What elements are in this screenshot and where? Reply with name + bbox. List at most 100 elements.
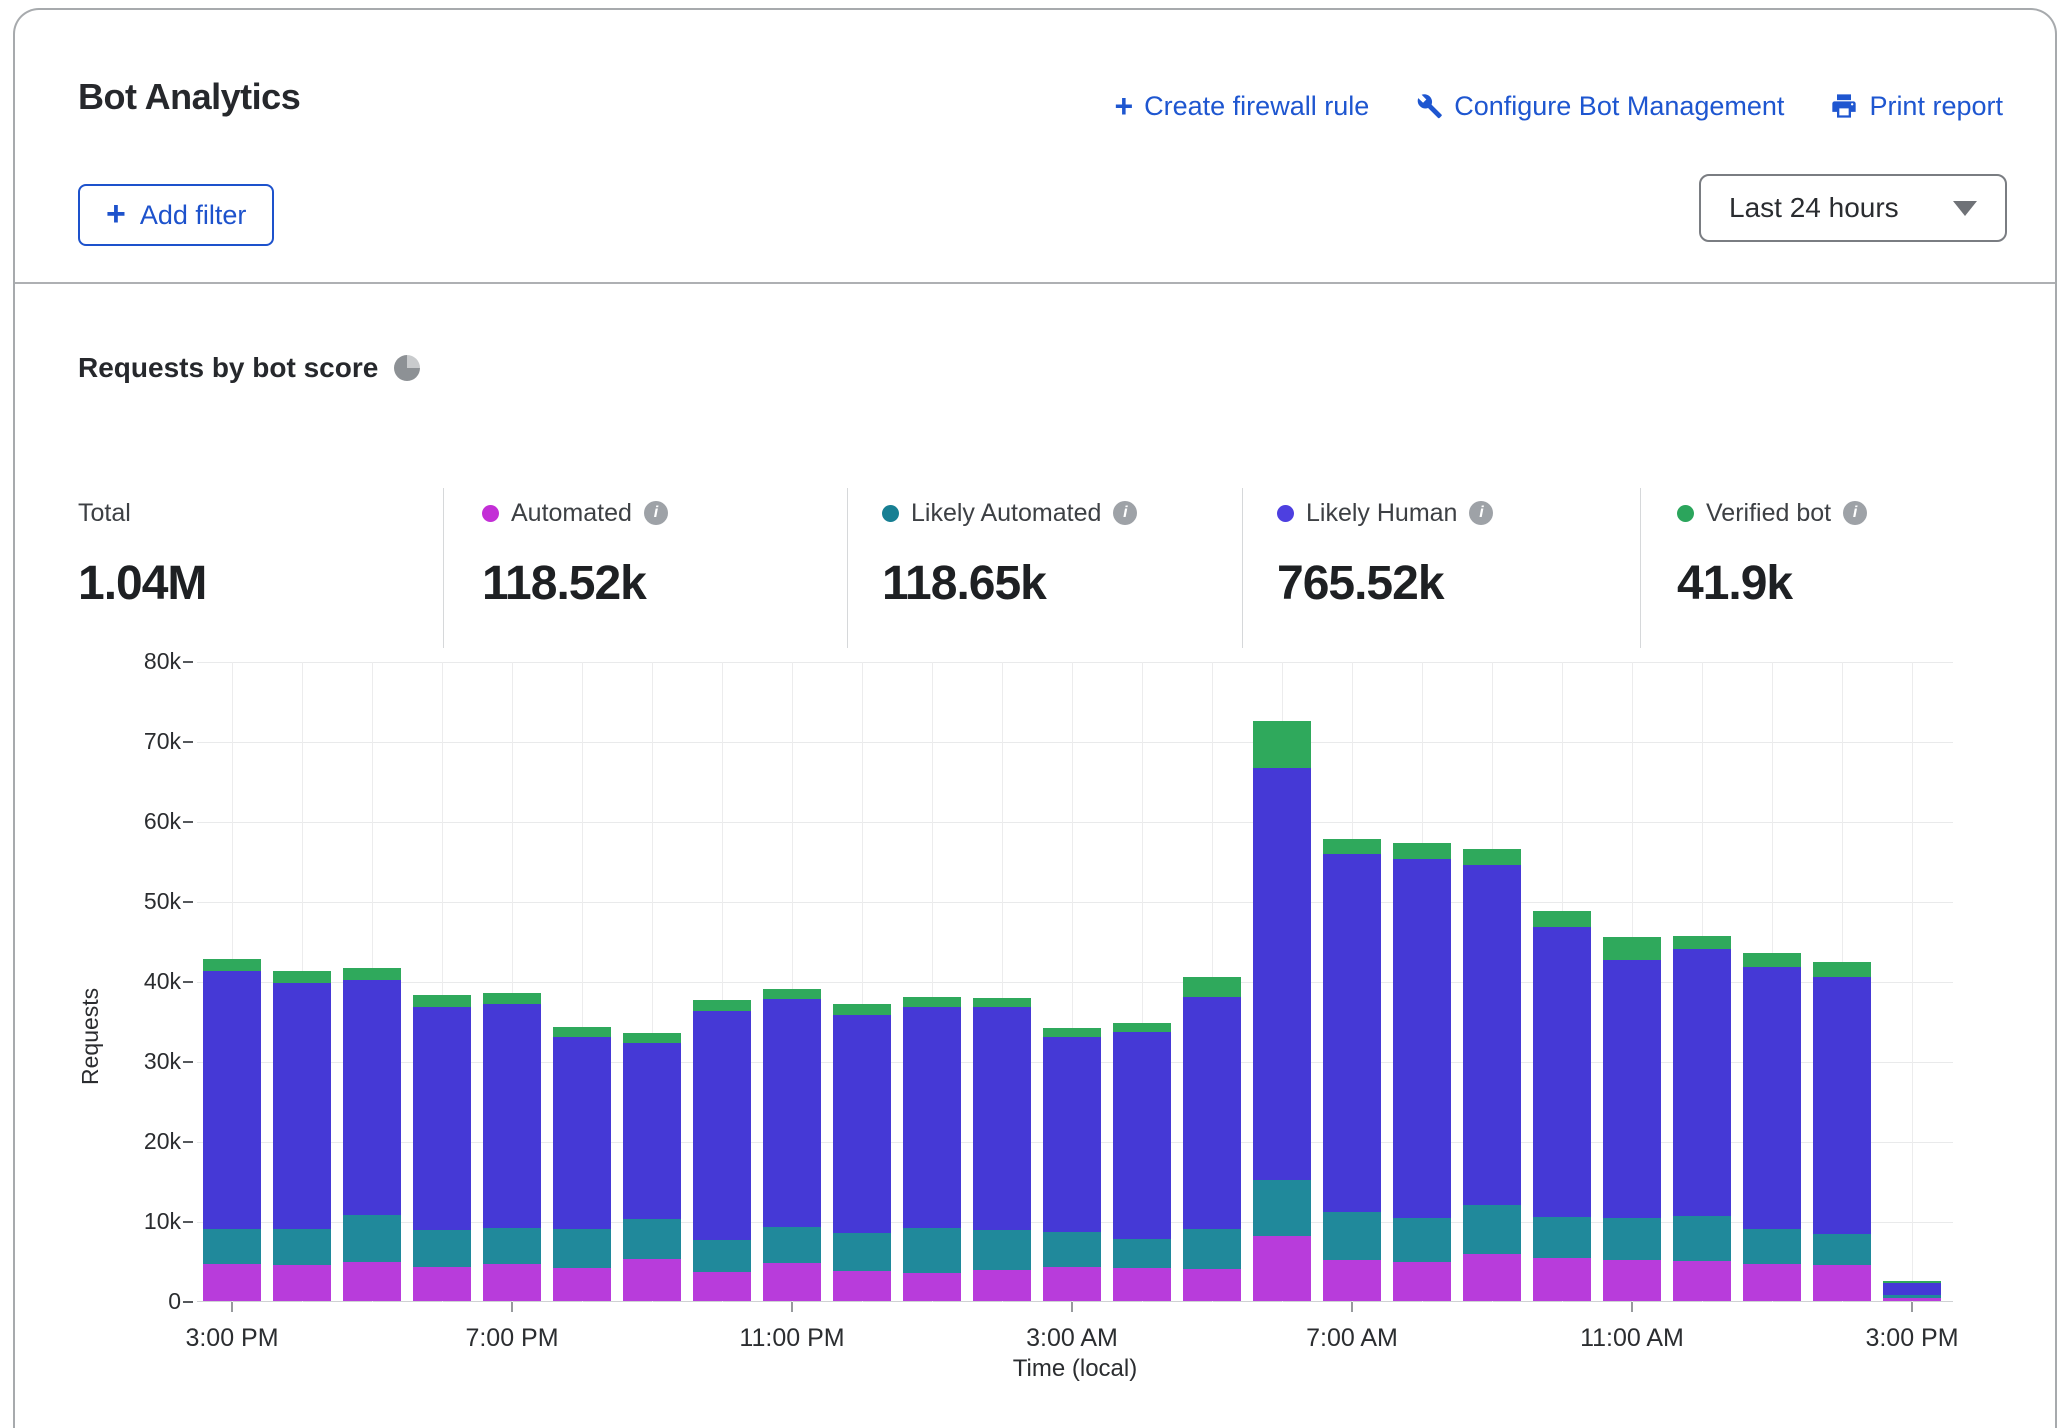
bar-100am[interactable] — [903, 997, 961, 1301]
bar-700am[interactable] — [1323, 839, 1381, 1301]
bar-1100pm[interactable] — [763, 989, 821, 1301]
bar-segment-automated — [1393, 1262, 1451, 1301]
bar-1000am[interactable] — [1533, 911, 1591, 1301]
bar-segment-automated — [1673, 1261, 1731, 1301]
bar-segment-automated — [1253, 1236, 1311, 1301]
bar-300pm[interactable] — [203, 959, 261, 1301]
info-icon[interactable]: i — [644, 501, 668, 525]
bar-segment-likely-human — [1393, 859, 1451, 1218]
bar-300am[interactable] — [1043, 1028, 1101, 1301]
stat-verified-bot-label: Verified bot — [1706, 499, 1831, 528]
bar-300pm[interactable] — [1883, 1281, 1941, 1301]
bar-segment-likely-automated — [1253, 1180, 1311, 1236]
bar-segment-verified-bot — [1253, 721, 1311, 768]
x-axis-line — [197, 1301, 1953, 1302]
info-icon[interactable]: i — [1113, 501, 1137, 525]
bar-segment-likely-automated — [1533, 1217, 1591, 1258]
bar-segment-likely-human — [903, 1007, 961, 1228]
bar-segment-automated — [1813, 1265, 1871, 1301]
stat-verified-bot-value: 41.9k — [1677, 556, 1867, 611]
bar-segment-automated — [1113, 1268, 1171, 1301]
bar-segment-automated — [203, 1264, 261, 1301]
x-tick-label: 3:00 AM — [992, 1324, 1152, 1353]
likely-automated-legend-dot — [882, 505, 899, 522]
bar-segment-automated — [973, 1270, 1031, 1301]
bar-1100am[interactable] — [1603, 937, 1661, 1301]
y-tick-mark — [183, 1141, 193, 1143]
x-tick-mark — [1911, 1302, 1913, 1312]
create-firewall-rule-link[interactable]: + Create firewall rule — [1114, 90, 1369, 122]
bar-segment-automated — [1883, 1298, 1941, 1301]
time-range-value: Last 24 hours — [1729, 192, 1899, 224]
bar-segment-likely-automated — [833, 1233, 891, 1271]
bar-segment-verified-bot — [1183, 977, 1241, 997]
divider — [443, 488, 444, 648]
bar-segment-verified-bot — [273, 971, 331, 982]
y-tick-mark — [183, 1061, 193, 1063]
bar-800pm[interactable] — [553, 1027, 611, 1301]
wrench-icon — [1415, 92, 1443, 120]
stat-likely-automated: Likely Automated i 118.65k — [882, 480, 1137, 611]
stat-total-label: Total — [78, 499, 131, 528]
bar-200pm[interactable] — [1813, 962, 1871, 1301]
bar-segment-verified-bot — [1463, 849, 1521, 865]
y-axis-title: Requests — [77, 988, 104, 1085]
bar-1200am[interactable] — [833, 1004, 891, 1301]
bar-600pm[interactable] — [413, 995, 471, 1301]
x-tick-label: 7:00 PM — [432, 1324, 592, 1353]
gridline — [197, 822, 1953, 823]
divider — [847, 488, 848, 648]
bar-600am[interactable] — [1253, 721, 1311, 1301]
configure-bot-management-link[interactable]: Configure Bot Management — [1415, 91, 1784, 122]
bar-segment-likely-automated — [483, 1228, 541, 1264]
bar-segment-likely-automated — [763, 1227, 821, 1264]
bar-700pm[interactable] — [483, 993, 541, 1301]
bar-400pm[interactable] — [273, 971, 331, 1301]
bar-segment-likely-automated — [623, 1219, 681, 1259]
info-icon[interactable]: i — [1469, 501, 1493, 525]
bar-segment-likely-human — [1113, 1032, 1171, 1238]
bar-200am[interactable] — [973, 998, 1031, 1301]
gridline — [1912, 662, 1913, 1302]
stats-row: Total 1.04M Automated i 118.52k Likely A… — [15, 480, 2055, 670]
bar-segment-verified-bot — [1113, 1023, 1171, 1032]
bar-800am[interactable] — [1393, 843, 1451, 1301]
bar-1200pm[interactable] — [1673, 936, 1731, 1301]
bar-1000pm[interactable] — [693, 1000, 751, 1301]
stat-total-value: 1.04M — [78, 556, 206, 611]
print-report-link[interactable]: Print report — [1830, 91, 2003, 122]
x-tick-mark — [1071, 1302, 1073, 1312]
pie-chart-icon — [394, 355, 420, 381]
bar-segment-automated — [553, 1268, 611, 1301]
bar-segment-verified-bot — [903, 997, 961, 1007]
bar-500am[interactable] — [1183, 977, 1241, 1301]
add-filter-button[interactable]: + Add filter — [78, 184, 274, 246]
bar-segment-likely-automated — [1113, 1239, 1171, 1269]
bar-segment-likely-automated — [1813, 1234, 1871, 1265]
time-range-dropdown[interactable]: Last 24 hours — [1699, 174, 2007, 242]
bar-500pm[interactable] — [343, 968, 401, 1301]
requests-by-bot-score-chart: 010k20k30k40k50k60k70k80k3:00 PM7:00 PM1… — [197, 662, 1953, 1302]
bar-segment-verified-bot — [1043, 1028, 1101, 1037]
divider — [1242, 488, 1243, 648]
bar-900am[interactable] — [1463, 849, 1521, 1301]
bar-segment-likely-automated — [1323, 1212, 1381, 1260]
bar-100pm[interactable] — [1743, 953, 1801, 1301]
bar-segment-automated — [1323, 1260, 1381, 1301]
bar-segment-likely-automated — [1463, 1205, 1521, 1254]
x-tick-mark — [1631, 1302, 1633, 1312]
bar-segment-verified-bot — [1813, 962, 1871, 977]
bar-segment-likely-human — [483, 1004, 541, 1228]
bar-400am[interactable] — [1113, 1023, 1171, 1301]
x-tick-mark — [1351, 1302, 1353, 1312]
bar-segment-likely-human — [763, 999, 821, 1227]
bar-segment-verified-bot — [1673, 936, 1731, 949]
x-tick-label: 3:00 PM — [1832, 1324, 1992, 1353]
panel-header: Bot Analytics + Create firewall rule Con… — [15, 10, 2055, 284]
page-title: Bot Analytics — [78, 76, 300, 118]
bar-900pm[interactable] — [623, 1033, 681, 1301]
bar-segment-likely-automated — [273, 1229, 331, 1265]
bar-segment-likely-automated — [1673, 1216, 1731, 1261]
y-tick-label: 50k — [111, 888, 181, 915]
info-icon[interactable]: i — [1843, 501, 1867, 525]
